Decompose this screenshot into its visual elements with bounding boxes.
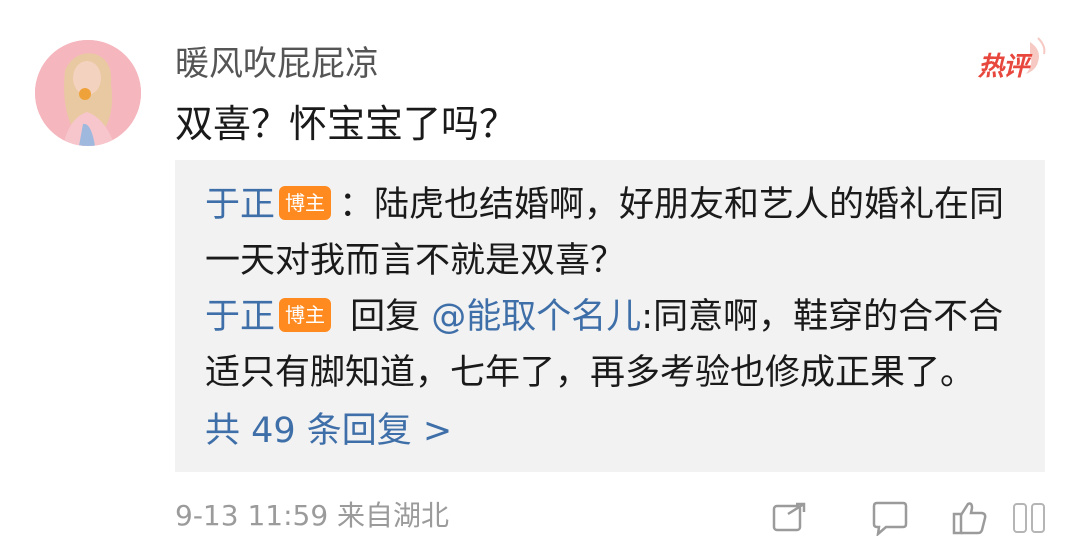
reply-2-line-2: 适只有脚知道，七年了，再多考验也修成正果了。 [205, 353, 976, 393]
more-replies-link[interactable]: 共 49 条回复 > [205, 400, 452, 462]
hot-comment-badge: 热评 [968, 36, 1048, 86]
comment-icon[interactable] [870, 500, 910, 536]
reply-2-reply-word: 回复 [339, 297, 432, 337]
reply-1-text-part-1: ：陆虎也结婚啊，好朋友和艺人的婚礼在同 [339, 185, 1005, 225]
comment-text: 双喜？怀宝宝了吗？ [175, 102, 518, 146]
reply-1-author[interactable]: 于正 [205, 185, 275, 225]
more-icon[interactable] [1010, 500, 1060, 536]
reply-1-line-2: 一天对我而言不就是双喜？ [205, 241, 626, 281]
reply-box[interactable]: 于正 博主 ：陆虎也结婚啊，好朋友和艺人的婚礼在同 一天对我而言不就是双喜？ 于正博… [175, 160, 1045, 472]
reply-2-author[interactable]: 于正 [205, 297, 275, 337]
reply-2-mention[interactable]: @能取个名儿 [431, 297, 641, 337]
reply-2-text-part-1: :同意啊，鞋穿的合不合 [641, 297, 1004, 337]
comment-meta: 9-13 11:59 来自湖北 [175, 499, 450, 532]
hot-comment-label: 热评 [978, 52, 1029, 82]
reply-1-line-1: 于正 博主 ：陆虎也结婚啊，好朋友和艺人的婚礼在同 [205, 174, 1004, 236]
avatar[interactable] [35, 40, 141, 146]
reply-2-blogger-badge: 博主 [279, 298, 332, 332]
username[interactable]: 暖风吹屁屁凉 [175, 38, 379, 90]
share-icon[interactable] [770, 500, 810, 536]
like-icon[interactable] [950, 500, 990, 536]
reply-2-line-1: 于正 博主 回复 @能取个名儿:同意啊，鞋穿的合不合 [205, 286, 1003, 348]
avatar-image [35, 40, 141, 146]
action-bar [770, 500, 1070, 536]
reply-1-blogger-badge: 博主 [279, 186, 332, 220]
